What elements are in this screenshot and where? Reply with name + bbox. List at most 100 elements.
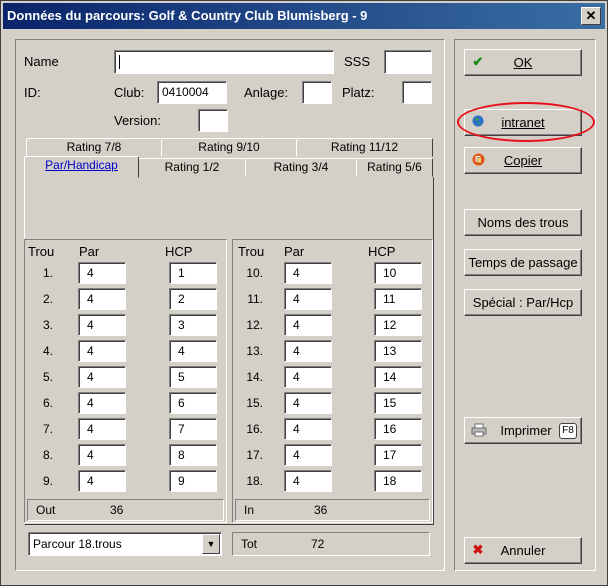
hcp-input[interactable]: 13: [374, 340, 422, 362]
copier-label: Copier: [503, 153, 543, 168]
check-icon: ✔: [472, 54, 484, 69]
copier-button[interactable]: Copier: [464, 147, 582, 174]
hcp-input[interactable]: 9: [169, 470, 217, 492]
hcp-input[interactable]: 5: [169, 366, 217, 388]
name-input[interactable]: [114, 50, 334, 74]
par-input[interactable]: 4: [284, 418, 332, 440]
in-label: In: [244, 503, 255, 517]
par-input[interactable]: 4: [78, 392, 126, 414]
x-icon: ✖: [472, 542, 484, 557]
hcp-header: HCP: [368, 244, 396, 259]
hcp-input[interactable]: 3: [169, 314, 217, 336]
par-input[interactable]: 4: [78, 366, 126, 388]
hole-number: 14.: [246, 370, 263, 384]
anlage-label: Anlage:: [244, 85, 289, 100]
out-value: 36: [110, 503, 124, 517]
front-nine-group: Trou Par HCP 1. 4 1 2. 4 2 3. 4 3 4. 4 4 5. 4 5 6. 4 6 7. 4…: [24, 239, 227, 523]
hcp-input[interactable]: 10: [374, 262, 422, 284]
tab-rating-11-12[interactable]: Rating 11/12: [296, 138, 433, 157]
platz-label: Platz:: [342, 85, 375, 100]
hcp-header: HCP: [165, 244, 193, 259]
hole-number: 3.: [42, 318, 53, 332]
temps-label: Temps de passage: [468, 255, 578, 270]
tab-rating-3-4[interactable]: Rating 3/4: [245, 158, 357, 177]
tab-rating-7-8[interactable]: Rating 7/8: [26, 138, 162, 157]
hcp-input[interactable]: 7: [169, 418, 217, 440]
par-input[interactable]: 4: [78, 418, 126, 440]
platz-input[interactable]: [402, 81, 432, 104]
annuler-button[interactable]: ✖ Annuler: [464, 537, 582, 564]
par-input[interactable]: 4: [284, 314, 332, 336]
par-input[interactable]: 4: [78, 444, 126, 466]
out-label: Out: [36, 503, 56, 517]
hcp-input[interactable]: 14: [374, 366, 422, 388]
hole-number: 17.: [246, 448, 263, 462]
version-label: Version:: [114, 113, 161, 128]
temps-de-passage-button[interactable]: Temps de passage: [464, 249, 582, 276]
window-title: Données du parcours: Golf & Country Club…: [7, 8, 368, 23]
chevron-down-icon[interactable]: ▼: [202, 534, 220, 554]
sss-input[interactable]: [384, 50, 432, 74]
printer-icon: [471, 423, 487, 437]
par-input[interactable]: 4: [284, 262, 332, 284]
hcp-input[interactable]: 18: [374, 470, 422, 492]
hole-number: 15.: [246, 396, 263, 410]
noms-des-trous-button[interactable]: Noms des trous: [464, 209, 582, 236]
name-label: Name: [24, 54, 59, 69]
hole-number: 4.: [42, 344, 53, 358]
hcp-input[interactable]: 12: [374, 314, 422, 336]
close-button[interactable]: ✕: [581, 7, 601, 25]
imprimer-button[interactable]: Imprimer F8: [464, 417, 582, 444]
hcp-input[interactable]: 2: [169, 288, 217, 310]
hole-number: 2.: [42, 292, 53, 306]
hole-number: 10.: [246, 266, 263, 280]
id-label: ID:: [24, 85, 41, 100]
tab-rating-1-2[interactable]: Rating 1/2: [138, 158, 246, 177]
club-input[interactable]: 0410004: [157, 81, 227, 104]
par-header: Par: [79, 244, 100, 259]
par-input[interactable]: 4: [284, 366, 332, 388]
title-bar: Données du parcours: Golf & Country Club…: [3, 3, 605, 29]
par-input[interactable]: 4: [78, 470, 126, 492]
par-input[interactable]: 4: [284, 340, 332, 362]
hcp-input[interactable]: 4: [169, 340, 217, 362]
annuler-label: Annuler: [500, 543, 546, 558]
hcp-input[interactable]: 11: [374, 288, 422, 310]
ok-button[interactable]: ✔ OK: [464, 49, 582, 76]
hole-number: 7.: [42, 422, 53, 436]
version-input[interactable]: [198, 109, 228, 132]
par-header: Par: [284, 244, 305, 259]
hcp-input[interactable]: 6: [169, 392, 217, 414]
par-input[interactable]: 4: [284, 470, 332, 492]
anlage-input[interactable]: [302, 81, 332, 104]
back-nine-group: Trou Par HCP 10. 4 10 11. 4 11 12. 4 12 13. 4 13 14.…: [232, 239, 433, 523]
course-data-window: Données du parcours: Golf & Country Club…: [0, 0, 608, 586]
hcp-input[interactable]: 8: [169, 444, 217, 466]
hole-number: 6.: [42, 396, 53, 410]
noms-label: Noms des trous: [477, 215, 569, 230]
tab-rating-5-6[interactable]: Rating 5/6: [356, 158, 433, 177]
par-input[interactable]: 4: [78, 340, 126, 362]
tot-value: 72: [311, 537, 325, 551]
copy-icon: [471, 153, 485, 167]
tab-par-handicap[interactable]: Par/Handicap: [24, 156, 139, 178]
tab-rating-9-10[interactable]: Rating 9/10: [161, 138, 297, 157]
sss-label: SSS: [344, 54, 371, 69]
in-total-row: In 36: [235, 499, 430, 521]
par-input[interactable]: 4: [78, 262, 126, 284]
hole-number: 11.: [247, 292, 263, 306]
par-input[interactable]: 4: [284, 288, 332, 310]
hcp-input[interactable]: 15: [374, 392, 422, 414]
hcp-input[interactable]: 1: [169, 262, 217, 284]
hcp-input[interactable]: 16: [374, 418, 422, 440]
par-input[interactable]: 4: [284, 444, 332, 466]
hole-number: 12.: [246, 318, 263, 332]
course-select[interactable]: Parcour 18.trous ▼: [28, 532, 222, 556]
hcp-input[interactable]: 17: [374, 444, 422, 466]
par-input[interactable]: 4: [78, 314, 126, 336]
hole-number: 9.: [42, 474, 53, 488]
hole-number: 5.: [42, 370, 53, 384]
par-input[interactable]: 4: [284, 392, 332, 414]
par-input[interactable]: 4: [78, 288, 126, 310]
special-par-hcp-button[interactable]: Spécial : Par/Hcp: [464, 289, 582, 316]
